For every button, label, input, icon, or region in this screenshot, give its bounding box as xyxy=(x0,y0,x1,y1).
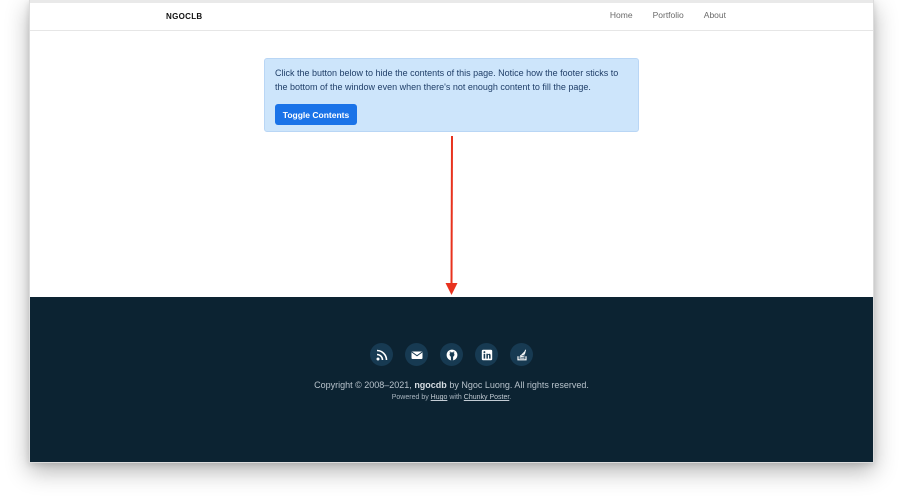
github-button[interactable] xyxy=(440,343,463,366)
powered-with: with xyxy=(449,394,462,401)
annotation-arrow xyxy=(445,135,458,295)
navbar: NGOCLB Home Portfolio About xyxy=(30,3,873,31)
copyright-prefix: Copyright © 2008–2021, xyxy=(314,380,412,390)
copyright-site: ngocdb xyxy=(414,380,447,390)
rss-button[interactable] xyxy=(370,343,393,366)
powered-prefix: Powered by xyxy=(391,394,429,401)
chunky-poster-link[interactable]: Chunky Poster xyxy=(464,394,510,401)
nav-link-about[interactable]: About xyxy=(704,10,726,20)
rss-icon xyxy=(376,349,387,360)
hugo-link[interactable]: Hugo xyxy=(431,394,448,401)
stack-overflow-button[interactable] xyxy=(510,343,533,366)
copyright-text: Copyright © 2008–2021, ngocdb by Ngoc Lu… xyxy=(30,380,873,390)
powered-end: . xyxy=(509,394,512,401)
nav-link-portfolio[interactable]: Portfolio xyxy=(653,10,684,20)
nav-links: Home Portfolio About xyxy=(610,10,726,20)
linkedin-icon xyxy=(481,349,492,360)
social-links xyxy=(30,343,873,366)
footer: Copyright © 2008–2021, ngocdb by Ngoc Lu… xyxy=(30,297,873,462)
powered-by-text: Powered by Hugo with Chunky Poster. xyxy=(30,394,873,401)
nav-link-home[interactable]: Home xyxy=(610,10,633,20)
email-button[interactable] xyxy=(405,343,428,366)
browser-window: NGOCLB Home Portfolio About Click the bu… xyxy=(29,0,874,463)
github-icon xyxy=(446,349,457,360)
alert-text: Click the button below to hide the conte… xyxy=(275,68,619,92)
email-icon xyxy=(411,351,422,359)
site-brand[interactable]: NGOCLB xyxy=(166,12,202,21)
linkedin-button[interactable] xyxy=(475,343,498,366)
toggle-contents-button[interactable]: Toggle Contents xyxy=(275,104,357,125)
stack-overflow-icon xyxy=(516,349,527,360)
info-alert: Click the button below to hide the conte… xyxy=(264,58,639,132)
copyright-suffix: by Ngoc Luong. All rights reserved. xyxy=(449,380,589,390)
